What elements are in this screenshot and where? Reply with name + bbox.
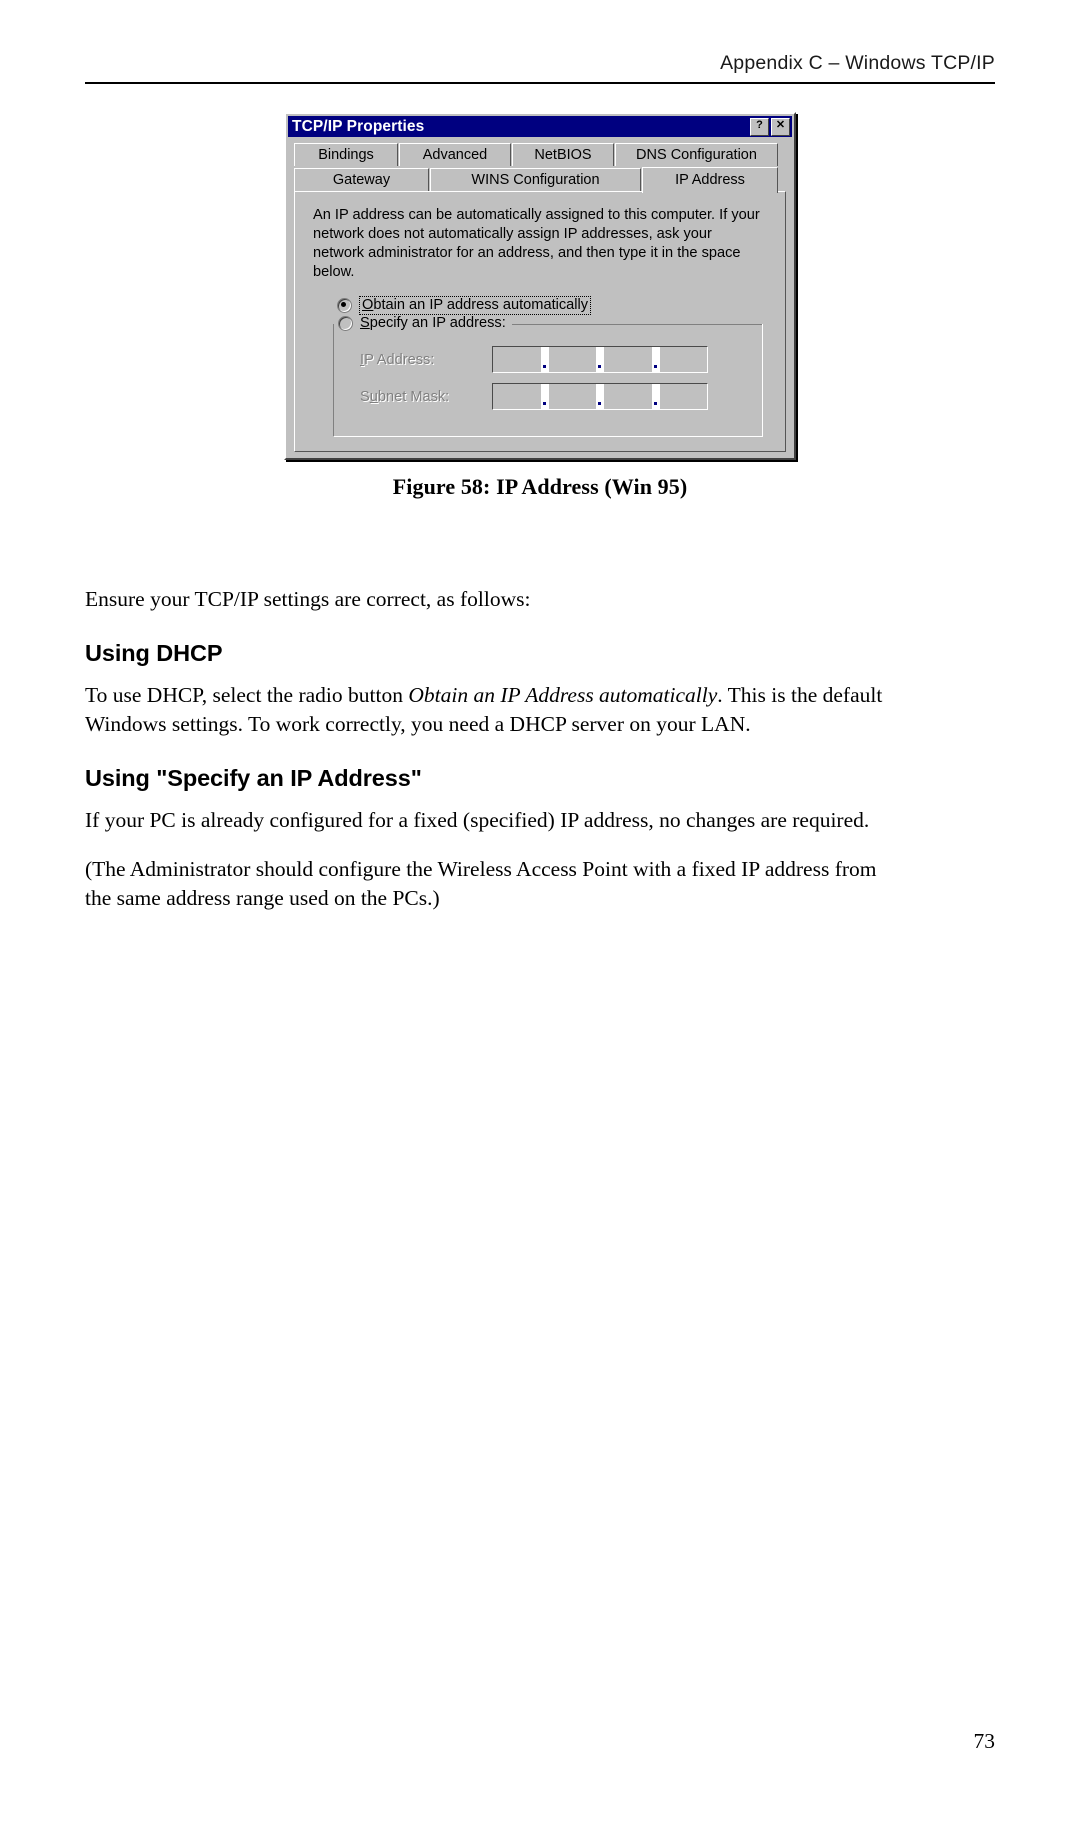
accel-char: S: [360, 315, 370, 331]
help-icon[interactable]: ?: [750, 117, 769, 136]
radio-obtain-automatically-icon[interactable]: [337, 298, 352, 313]
subnet-mask-input[interactable]: [492, 383, 708, 410]
page-header: Appendix C – Windows TCP/IP: [85, 52, 995, 84]
intro-paragraph: Ensure your TCP/IP settings are correct,…: [85, 587, 531, 611]
ip-separator-dot: [596, 347, 604, 372]
ip-separator-dot: [540, 347, 549, 372]
mask-octet-1[interactable]: [493, 384, 541, 409]
text-segment: To use DHCP, select the radio button: [85, 683, 409, 707]
ip-separator-dot: [596, 384, 604, 409]
mask-octet-4[interactable]: [660, 384, 708, 409]
ip-separator-dot: [651, 384, 660, 409]
mask-octet-2[interactable]: [549, 384, 597, 409]
text-segment-italic: Obtain an IP Address automatically: [408, 683, 718, 707]
ip-address-label: IP Address:: [360, 352, 492, 368]
tab-netbios[interactable]: NetBIOS: [512, 143, 614, 166]
paragraph-fixed-ip: If your PC is already configured for a f…: [85, 808, 870, 832]
tab-gateway[interactable]: Gateway: [294, 168, 429, 191]
heading-using-specify-ip: Using "Specify an IP Address": [85, 765, 422, 791]
ip-address-input[interactable]: [492, 346, 708, 373]
figure-caption: Figure 58: IP Address (Win 95): [392, 474, 688, 499]
close-icon[interactable]: ✕: [771, 117, 790, 136]
label-pre: S: [360, 388, 370, 405]
specify-ip-groupbox: Specify an IP address: IP Address: Subne…: [333, 315, 763, 437]
ip-separator-dot: [651, 347, 660, 372]
radio-obtain-automatically[interactable]: Obtain an IP address automatically: [337, 296, 769, 315]
label-rest: bnet Mask:: [377, 388, 450, 405]
running-header-text: Appendix C – Windows TCP/IP: [720, 52, 995, 74]
label-rest: pecify an IP address:: [369, 315, 506, 331]
subnet-mask-field-row: Subnet Mask:: [344, 383, 752, 410]
tcpip-properties-dialog: TCP/IP Properties ? ✕ Bindings Advanced …: [284, 112, 796, 460]
radio-specify-ip[interactable]: Specify an IP address:: [338, 315, 512, 332]
tab-strip: Bindings Advanced NetBIOS DNS Configurat…: [286, 137, 794, 193]
subnet-mask-label: Subnet Mask:: [360, 389, 492, 405]
ip-address-tab-panel: An IP address can be automatically assig…: [294, 191, 786, 452]
accel-char: O: [362, 297, 374, 313]
tab-wins-configuration[interactable]: WINS Configuration: [430, 168, 641, 191]
ip-address-description: An IP address can be automatically assig…: [313, 207, 760, 280]
heading-using-dhcp: Using DHCP: [85, 640, 223, 666]
paragraph-dhcp: To use DHCP, select the radio button Obt…: [85, 681, 885, 739]
page-number: 73: [973, 1729, 996, 1753]
accel-char: u: [369, 388, 378, 405]
radio-specify-ip-label: Specify an IP address:: [360, 315, 506, 332]
label-rest: btain an IP address automatically: [373, 297, 589, 313]
tab-dns-configuration[interactable]: DNS Configuration: [615, 143, 778, 166]
titlebar-button-group: ? ✕: [750, 117, 790, 136]
ip-address-field-row: IP Address:: [344, 346, 752, 373]
tab-row-2: Gateway WINS Configuration IP Address: [294, 167, 786, 193]
ip-octet-3[interactable]: [604, 347, 652, 372]
dialog-titlebar: TCP/IP Properties ? ✕: [288, 116, 792, 137]
dialog-title: TCP/IP Properties: [292, 118, 425, 135]
tab-row-1: Bindings Advanced NetBIOS DNS Configurat…: [294, 143, 786, 166]
header-divider: [85, 82, 995, 84]
radio-specify-ip-icon[interactable]: [338, 316, 353, 331]
paragraph-administrator-note: (The Administrator should configure the …: [85, 857, 877, 910]
label-rest: P Address:: [364, 351, 435, 368]
dialog-wrapper: TCP/IP Properties ? ✕ Bindings Advanced …: [85, 112, 995, 460]
mask-octet-3[interactable]: [604, 384, 652, 409]
ip-separator-dot: [540, 384, 549, 409]
tab-ip-address[interactable]: IP Address: [642, 167, 778, 193]
ip-octet-1[interactable]: [493, 347, 541, 372]
ip-octet-2[interactable]: [549, 347, 597, 372]
figure-block: TCP/IP Properties ? ✕ Bindings Advanced …: [85, 112, 995, 500]
radio-obtain-automatically-label: Obtain an IP address automatically: [359, 296, 592, 315]
tab-advanced[interactable]: Advanced: [399, 143, 511, 166]
body-content: Ensure your TCP/IP settings are correct,…: [85, 585, 885, 933]
ip-octet-4[interactable]: [660, 347, 708, 372]
tab-bindings[interactable]: Bindings: [294, 143, 398, 166]
